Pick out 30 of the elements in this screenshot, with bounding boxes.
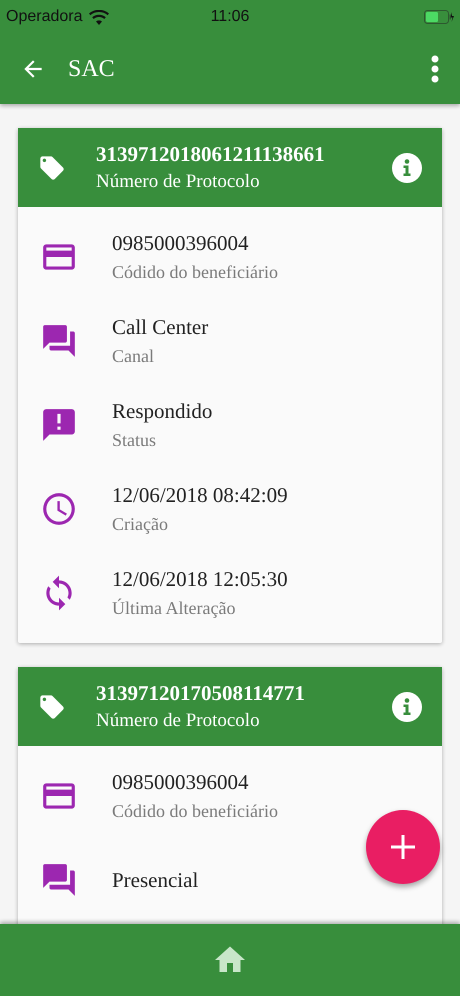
field-value: Call Center [112,315,208,340]
clock-icon [40,490,78,528]
info-icon[interactable] [392,692,422,722]
wifi-icon [88,10,108,24]
field-label: Criação [112,514,169,535]
field-value: 0985000396004 [112,231,250,256]
tag-icon [38,692,66,720]
field-label: Códido do beneficiário [112,801,278,822]
protocol-label: Número de Protocolo [96,710,261,732]
tag-icon [38,154,66,182]
clock-time: 11:06 [210,8,250,26]
home-icon [215,946,245,974]
more-options-icon[interactable] [430,55,440,83]
battery-icon [424,10,454,24]
field-value: Presencial [112,868,198,892]
field-value: 12/06/2018 12:05:30 [112,567,288,592]
carrier-name: Operadora [6,8,82,26]
protocol-number: 31397120170508114771 [96,681,306,706]
protocol-number: 3139712018061211138661 [96,142,326,167]
protocol-label: Número de Protocolo [96,171,261,193]
field-value: 12/06/2018 08:42:09 [112,483,288,508]
field-label: Última Alteração [112,598,236,619]
field-value: 0985000396004 [112,770,250,795]
plus-icon [391,835,415,859]
info-icon[interactable] [392,152,422,182]
field-label: Canal [112,346,155,367]
field-label: Códido do beneficiário [112,262,278,283]
field-value: Respondido [112,399,212,424]
field-label: Status [112,430,158,451]
screen-title: SAC [68,56,116,82]
